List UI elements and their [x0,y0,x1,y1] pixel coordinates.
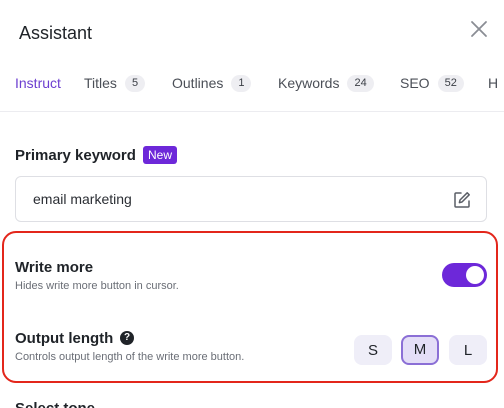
tab-label: Outlines [172,75,224,91]
toggle-knob [466,266,484,284]
tab-label: SEO [400,75,430,91]
edit-icon[interactable] [452,190,472,210]
count-badge: 1 [231,75,252,92]
size-l-button[interactable]: L [449,335,487,365]
tab-instruct[interactable]: Instruct [15,68,61,111]
instruct-panel: Primary keyword New email marketing Writ… [0,113,504,408]
count-badge: 24 [347,75,374,92]
write-more-label: Write more [15,259,94,276]
keyword-value: email marketing [33,191,132,207]
size-m-button[interactable]: M [401,335,439,365]
tab-seo[interactable]: SEO 52 [400,68,464,111]
count-badge: 5 [124,75,146,92]
primary-keyword-field[interactable]: email marketing [15,176,487,222]
tab-label: Keywords [278,75,340,91]
size-s-button[interactable]: S [354,335,392,365]
write-more-description: Hides write more button in cursor. [15,280,179,292]
output-length-description: Controls output length of the write more… [15,351,245,363]
write-more-toggle[interactable] [442,263,487,287]
primary-keyword-label: Primary keyword [15,147,136,164]
tab-outlines[interactable]: Outlines 1 [172,68,252,111]
tab-keywords[interactable]: Keywords 24 [278,68,374,111]
tab-label: Titles [84,75,117,91]
tab-titles[interactable]: Titles 5 [84,68,146,111]
new-badge: New [143,146,178,164]
tab-label: Instruct [15,75,61,91]
close-icon[interactable] [469,19,489,39]
tab-label: H [488,75,499,91]
panel-title: Assistant [19,23,93,43]
panel-header: Assistant [0,0,504,68]
tab-bar: Instruct Titles 5 Outlines 1 Keywords 24… [0,68,504,112]
help-icon[interactable]: ? [120,331,134,345]
tab-overflow[interactable]: H [488,68,499,111]
output-length-label: Output length [15,330,114,347]
count-badge: 52 [437,75,464,92]
select-tone-label: Select tone [15,400,95,408]
